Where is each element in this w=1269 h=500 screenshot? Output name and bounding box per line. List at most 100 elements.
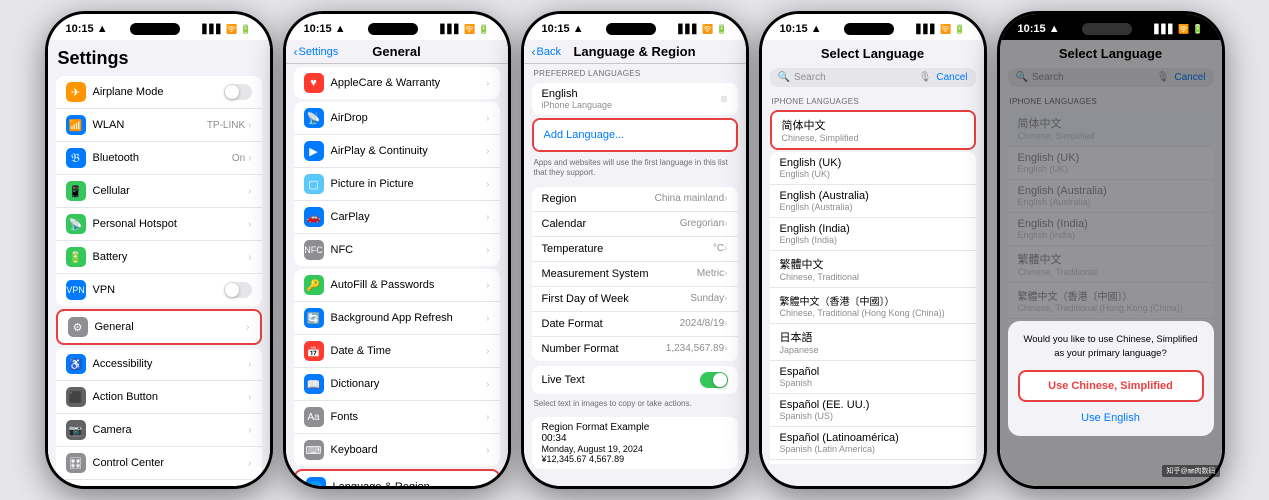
live-text-label: Live Text bbox=[542, 374, 700, 386]
en-au-item-4[interactable]: English (Australia) English (Australia) bbox=[770, 185, 976, 218]
autofill-item[interactable]: 🔑 AutoFill & Passwords › bbox=[294, 269, 500, 302]
accessibility-label: Accessibility bbox=[93, 358, 249, 370]
en-uk-item-4[interactable]: English (UK) English (UK) bbox=[770, 152, 976, 185]
zh-trad-name-4: 繁體中文 bbox=[780, 256, 966, 272]
bluetooth-chevron: › bbox=[248, 153, 251, 164]
hotspot-item[interactable]: 📡 Personal Hotspot › bbox=[56, 208, 262, 241]
lang-list-group-4: English (UK) English (UK) English (Austr… bbox=[770, 152, 976, 464]
temperature-item[interactable]: Temperature °C › bbox=[532, 237, 738, 262]
airplane-toggle[interactable] bbox=[224, 84, 252, 100]
dictionary-icon: 📖 bbox=[304, 374, 324, 394]
search-icon-4: 🔍 bbox=[778, 72, 790, 83]
en-in-item-4[interactable]: English (India) English (India) bbox=[770, 218, 976, 251]
camera-icon: 📷 bbox=[66, 420, 86, 440]
wlan-item[interactable]: 📶 WLAN TP-LINK › bbox=[56, 109, 262, 142]
date-format-item[interactable]: Date Format 2024/8/19 › bbox=[532, 312, 738, 337]
display-item[interactable]: ☀ Display & Brightness › bbox=[56, 480, 262, 486]
temperature-value: °C bbox=[713, 243, 724, 254]
nfc-label: NFC bbox=[331, 244, 487, 256]
dictionary-item[interactable]: 📖 Dictionary › bbox=[294, 368, 500, 401]
control-center-label: Control Center bbox=[93, 457, 249, 469]
back-label-3: Back bbox=[537, 46, 561, 58]
phone-1: 10:15 ▲ ▋▋▋ 🛜 🔋 Settings ✈ Airplane Mode bbox=[45, 11, 273, 489]
measurement-item[interactable]: Measurement System Metric › bbox=[532, 262, 738, 287]
preferred-section-header: PREFERRED LANGUAGES bbox=[524, 64, 746, 80]
status-time-2: 10:15 ▲ bbox=[304, 23, 346, 35]
calendar-item[interactable]: Calendar Gregorian › bbox=[532, 212, 738, 237]
screen-3: ‹ Back Language & Region PREFERRED LANGU… bbox=[524, 40, 746, 486]
ja-item-4[interactable]: 日本語 Japanese bbox=[770, 324, 976, 361]
english-lang-sub: iPhone Language bbox=[542, 100, 721, 110]
applecare-item[interactable]: ♥ AppleCare & Warranty › bbox=[294, 67, 500, 99]
add-lang-item[interactable]: Add Language... bbox=[534, 120, 736, 150]
airplane-icon: ✈ bbox=[66, 82, 86, 102]
screen-1: Settings ✈ Airplane Mode 📶 WLAN TP-LINK … bbox=[48, 40, 270, 486]
live-text-item[interactable]: Live Text bbox=[532, 366, 738, 394]
live-text-toggle[interactable] bbox=[700, 372, 728, 388]
bluetooth-value: On bbox=[232, 153, 245, 164]
number-format-value: 1,234,567.89 bbox=[666, 343, 724, 354]
camera-item[interactable]: 📷 Camera › bbox=[56, 414, 262, 447]
es-us-item-4[interactable]: Español (EE. UU.) Spanish (US) bbox=[770, 394, 976, 427]
keyboard-item[interactable]: ⌨ Keyboard › bbox=[294, 434, 500, 466]
hotspot-chevron: › bbox=[248, 219, 251, 230]
zh-hk-item-4[interactable]: 繁體中文（香港〔中國〕） Chinese, Traditional (Hong … bbox=[770, 288, 976, 324]
group-system: 🔑 AutoFill & Passwords › 🔄 Background Ap… bbox=[294, 269, 500, 466]
airdrop-label: AirDrop bbox=[331, 112, 487, 124]
lang-region-icon: 🌐 bbox=[306, 477, 326, 486]
back-button-3[interactable]: ‹ Back bbox=[532, 45, 561, 59]
fr-item-4[interactable]: Français French bbox=[770, 460, 976, 464]
vpn-item[interactable]: VPN VPN bbox=[56, 274, 262, 306]
accessibility-item[interactable]: ♿ Accessibility › bbox=[56, 348, 262, 381]
use-english-button[interactable]: Use English bbox=[1018, 408, 1204, 428]
es-la-sub-4: Spanish (Latin America) bbox=[780, 444, 966, 454]
use-chinese-button[interactable]: Use Chinese, Simplified bbox=[1018, 370, 1204, 402]
bg-refresh-item[interactable]: 🔄 Background App Refresh › bbox=[294, 302, 500, 335]
action-button-item[interactable]: ⬛ Action Button › bbox=[56, 381, 262, 414]
add-lang-button[interactable]: Add Language... bbox=[544, 129, 625, 141]
status-time-4: 10:15 ▲ bbox=[780, 23, 822, 35]
status-time-3: 10:15 ▲ bbox=[542, 23, 584, 35]
english-lang-item[interactable]: English iPhone Language ≡ bbox=[532, 83, 738, 115]
general-icon: ⚙ bbox=[68, 317, 88, 337]
first-day-item[interactable]: First Day of Week Sunday › bbox=[532, 287, 738, 312]
general-item[interactable]: ⚙ General › bbox=[58, 311, 260, 343]
fonts-item[interactable]: Aa Fonts › bbox=[294, 401, 500, 434]
airdrop-icon: 📡 bbox=[304, 108, 324, 128]
airplane-mode-item[interactable]: ✈ Airplane Mode bbox=[56, 76, 262, 109]
airplay-item[interactable]: ▶ AirPlay & Continuity › bbox=[294, 135, 500, 168]
screen-5: Select Language 🔍 Search 🎙 Cancel IPHONE… bbox=[1000, 40, 1222, 486]
control-center-item[interactable]: 🎛 Control Center › bbox=[56, 447, 262, 480]
nfc-item[interactable]: NFC NFC › bbox=[294, 234, 500, 266]
search-bar-4[interactable]: 🔍 Search 🎙 Cancel bbox=[770, 68, 976, 87]
bluetooth-item[interactable]: 𝔅 Bluetooth On › bbox=[56, 142, 262, 175]
group-applecare: ♥ AppleCare & Warranty › bbox=[294, 67, 500, 99]
vpn-toggle[interactable] bbox=[224, 282, 252, 298]
es-la-item-4[interactable]: Español (Latinoamérica) Spanish (Latin A… bbox=[770, 427, 976, 460]
cellular-icon: 📱 bbox=[66, 181, 86, 201]
es-item-4[interactable]: Español Spanish bbox=[770, 361, 976, 394]
airplane-label: Airplane Mode bbox=[93, 86, 224, 98]
live-text-section: Live Text bbox=[532, 366, 738, 394]
status-icons-2: ▋▋▋ 🛜 🔋 bbox=[440, 24, 489, 35]
wifi-icon-2: 🛜 bbox=[464, 24, 475, 35]
number-format-label: Number Format bbox=[542, 343, 666, 355]
region-item[interactable]: Region China mainland › bbox=[532, 187, 738, 212]
bg-refresh-chevron: › bbox=[486, 313, 489, 324]
cellular-item[interactable]: 📱 Cellular › bbox=[56, 175, 262, 208]
lang-region-item[interactable]: 🌐 Language & Region › bbox=[296, 471, 498, 486]
lang-select-list-4: 简体中文 Chinese, Simplified English (UK) En… bbox=[762, 108, 984, 464]
cancel-button-4[interactable]: Cancel bbox=[936, 72, 967, 83]
zh-simplified-sub: Chinese, Simplified bbox=[782, 133, 964, 143]
iphone-lang-header-4: IPHONE LANGUAGES bbox=[762, 92, 984, 108]
zh-trad-item-4[interactable]: 繁體中文 Chinese, Traditional bbox=[770, 251, 976, 288]
number-format-item[interactable]: Number Format 1,234,567.89 › bbox=[532, 337, 738, 361]
carplay-item[interactable]: 🚗 CarPlay › bbox=[294, 201, 500, 234]
pip-item[interactable]: ▢ Picture in Picture › bbox=[294, 168, 500, 201]
date-time-item[interactable]: 📅 Date & Time › bbox=[294, 335, 500, 368]
back-button-2[interactable]: ‹ Settings bbox=[294, 45, 339, 59]
status-icons-4: ▋▋▋ 🛜 🔋 bbox=[916, 24, 965, 35]
airdrop-item[interactable]: 📡 AirDrop › bbox=[294, 102, 500, 135]
battery-item[interactable]: 🔋 Battery › bbox=[56, 241, 262, 274]
zh-simplified-item[interactable]: 简体中文 Chinese, Simplified bbox=[772, 112, 974, 148]
